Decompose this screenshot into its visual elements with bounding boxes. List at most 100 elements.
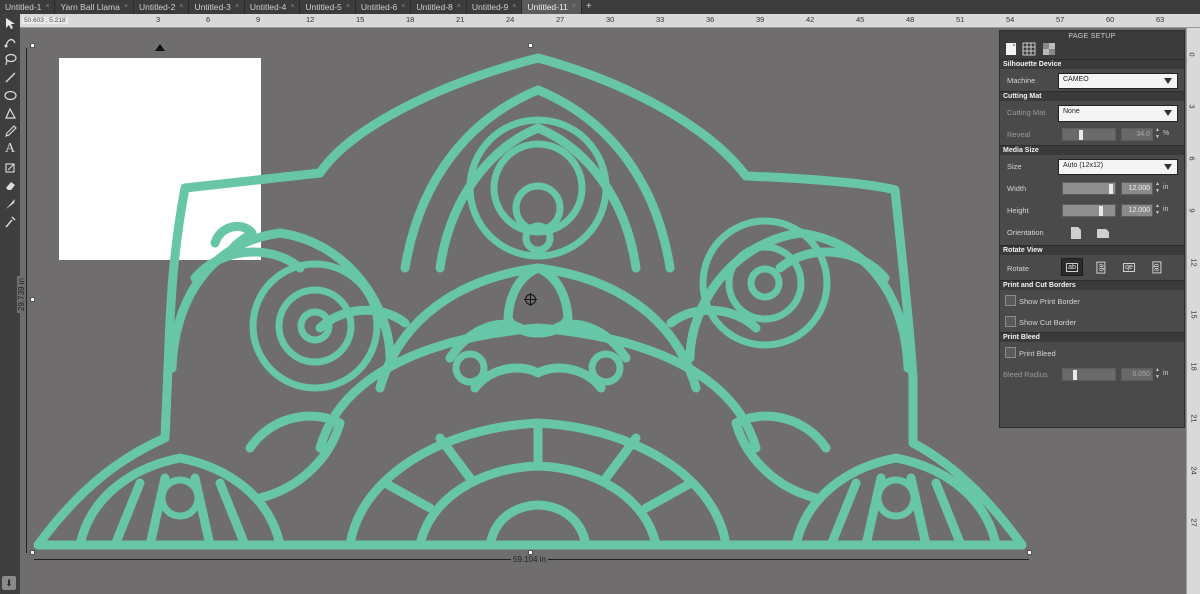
close-icon[interactable]: × [401,0,405,14]
landscape-orientation-icon[interactable] [1096,226,1110,240]
point-edit-icon[interactable] [0,32,20,50]
width-spinner-icon[interactable]: ▲ ▼ [1155,181,1160,195]
ruler-tick-label: 6 [206,15,211,24]
knife-icon[interactable] [0,194,20,212]
print-bleed-checkbox[interactable] [1005,347,1016,358]
orientation-row: Orientation [1000,221,1184,245]
document-tab-label: Untitled-5 [305,2,342,12]
text-icon[interactable]: A [0,140,20,158]
height-slider-knob[interactable] [1099,206,1103,216]
rotate-handle-icon[interactable] [155,44,165,51]
document-tab[interactable]: Untitled-8 × [411,0,467,14]
rotate-270-button[interactable]: ab [1146,258,1168,276]
close-icon[interactable]: × [235,0,239,14]
transparency-tab-icon[interactable] [1042,42,1056,56]
selection-handle-top-left[interactable] [30,43,35,48]
document-tab[interactable]: Untitled-3 × [189,0,245,14]
rotate-270-label: ab [1152,261,1162,273]
ruler-tick-label: 57 [1056,15,1065,24]
show-cut-border-checkbox[interactable] [1005,316,1016,327]
size-dropdown[interactable]: Auto (12x12) [1058,159,1178,175]
print-bleed-row: Print Bleed [1000,342,1184,363]
document-tab[interactable]: Untitled-2 × [134,0,190,14]
height-slider[interactable] [1062,204,1116,217]
document-tab[interactable]: Untitled-1 × [0,0,56,14]
height-input[interactable]: 12.000 [1121,204,1153,217]
document-tab[interactable]: Untitled-6 × [356,0,412,14]
ruler-tick-label: 60 [1106,15,1115,24]
height-dimension-line [26,48,27,553]
document-tab[interactable]: Untitled-5 × [300,0,356,14]
width-label: Width [1007,184,1027,193]
selection-handle-bottom-left[interactable] [30,550,35,555]
top-ruler: 3691215182124273033363942454851545760636… [20,14,1200,28]
polygon-icon[interactable] [0,104,20,122]
rotate-180-label: qe [1123,262,1135,272]
close-icon[interactable]: × [45,0,49,14]
cutting-mat-dropdown[interactable]: None [1058,105,1178,122]
reveal-slider-knob[interactable] [1079,130,1083,140]
document-tab[interactable]: Untitled-11 × [522,0,582,14]
new-tab-button[interactable]: + [582,0,596,14]
bleed-radius-spinner-icon[interactable]: ▲ ▼ [1155,367,1160,381]
width-slider-knob[interactable] [1109,184,1113,194]
width-slider[interactable] [1062,182,1116,195]
center-crosshair-icon [524,293,537,306]
select-arrow-icon[interactable] [0,14,20,32]
lasso-icon[interactable] [0,50,20,68]
page-tab-icon[interactable] [1004,42,1018,56]
height-spinner-icon[interactable]: ▲ ▼ [1155,203,1160,217]
close-icon[interactable]: × [290,0,294,14]
ruler-tick-label: 27 [1189,518,1199,527]
portrait-orientation-icon[interactable] [1070,226,1082,240]
bleed-radius-input[interactable]: 0.050 [1121,368,1153,381]
document-tab-label: Untitled-2 [138,2,176,12]
send-to-cutter-icon[interactable]: ⬇ [2,576,16,590]
reveal-slider[interactable] [1062,128,1116,141]
rotate-90-label: ab [1096,261,1106,273]
close-icon[interactable]: × [572,0,576,14]
close-icon[interactable]: × [124,0,128,14]
document-tab-bar: Untitled-1 × Yarn Ball Llama × Untitled-2 × Un… [0,0,1200,14]
close-icon[interactable]: × [346,0,350,14]
document-tab[interactable]: Untitled-9 × [467,0,523,14]
document-tab-label: Untitled-4 [249,2,287,12]
selection-handle-left-center[interactable] [30,297,35,302]
eraser-icon[interactable] [0,176,20,194]
selection-handle-bottom-right[interactable] [1027,550,1032,555]
ruler-tick-label: 63 [1156,15,1165,24]
width-input[interactable]: 12.000 [1121,182,1153,195]
show-cut-border-label: Show Cut Border [1019,318,1077,327]
ruler-tick-label: 0 [1187,52,1197,57]
rotate-0-button[interactable]: ab [1061,258,1083,276]
rotate-180-button[interactable]: qe [1118,258,1140,276]
document-tab-label: Untitled-6 [360,2,398,12]
document-tab[interactable]: Untitled-4 × [245,0,301,14]
rotate-90-button[interactable]: ab [1090,258,1112,276]
cutting-mat-value: None [1063,108,1080,115]
section-rotate-view: Rotate View [1000,245,1184,255]
close-icon[interactable]: × [457,0,461,14]
grid-tab-icon[interactable] [1022,42,1036,56]
close-icon[interactable]: × [512,0,516,14]
document-tab-label: Untitled-3 [194,2,231,12]
show-print-border-checkbox[interactable] [1005,295,1016,306]
machine-dropdown[interactable]: CAMEO [1058,73,1178,89]
ruler-tick-label: 3 [1187,104,1197,109]
bleed-radius-row: Bleed Radius 0.050 ▲ ▼ in [1000,363,1184,385]
reveal-spinner-icon[interactable]: ▲ ▼ [1155,127,1160,141]
line-icon[interactable] [0,68,20,86]
fill-icon[interactable] [0,158,20,176]
height-unit: in [1163,206,1169,213]
ellipse-icon[interactable] [0,86,20,104]
document-tab[interactable]: Yarn Ball Llama × [55,0,134,14]
silhouette-studio-window: Untitled-1 × Yarn Ball Llama × Untitled-2 × Un… [0,0,1200,594]
reveal-input[interactable]: 34.0 [1121,128,1153,141]
close-icon[interactable]: × [179,0,183,14]
eyedropper-icon[interactable] [0,212,20,230]
bleed-radius-slider[interactable] [1062,368,1116,381]
section-print-bleed: Print Bleed [1000,332,1184,342]
pencil-icon[interactable] [0,122,20,140]
selection-handle-top-center[interactable] [528,43,533,48]
bleed-radius-slider-knob[interactable] [1073,370,1077,380]
